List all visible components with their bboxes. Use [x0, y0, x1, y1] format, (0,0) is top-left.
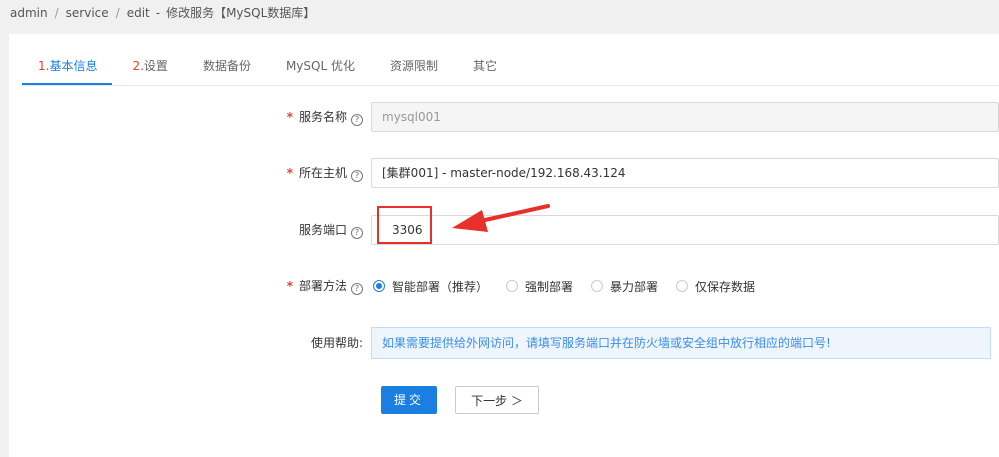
required-mark: * [286, 166, 293, 180]
tab-settings[interactable]: 2.设置 [116, 54, 182, 85]
radio-unchecked-icon [506, 280, 519, 292]
help-message: 如果需要提供给外网访问，请填写服务端口并在防火墙或安全组中放行相应的端口号! [371, 327, 991, 359]
tab-label: 资源限制 [389, 59, 438, 73]
breadcrumb-separator: / [115, 6, 120, 20]
deploy-radio-group: 智能部署（推荐） 强制部署 暴力部署 仅保存数据 [373, 271, 773, 301]
page-title: 修改服务【MySQL数据库】 [166, 6, 316, 20]
required-mark: * [286, 279, 293, 293]
port-input[interactable]: 3306 [371, 215, 999, 245]
tab-label: 设置 [143, 59, 168, 73]
tab-label: 基本信息 [49, 59, 98, 73]
radio-unchecked-icon [676, 280, 689, 292]
service-name-label-text: 服务名称 [298, 110, 347, 124]
tab-number: 2. [132, 59, 144, 73]
radio-label: 强制部署 [525, 279, 574, 294]
annotation-highlight-box [377, 206, 432, 244]
required-mark: * [286, 110, 293, 124]
tab-basic-info[interactable]: 1.基本信息 [22, 54, 113, 85]
tab-label: 数据备份 [202, 59, 251, 73]
help-label: 使用帮助: [310, 336, 363, 350]
tab-bar: 1.基本信息 2.设置 数据备份 MySQL 优化 资源限制 其它 [22, 54, 512, 85]
deploy-label-text: 部署方法 [298, 279, 347, 293]
tab-number: 1. [38, 59, 50, 73]
deploy-label: * 部署方法? [0, 271, 363, 301]
breadcrumb-item-service[interactable]: service [66, 6, 109, 20]
radio-label: 仅保存数据 [695, 279, 756, 294]
deploy-option-smart[interactable]: 智能部署（推荐） [373, 278, 488, 295]
radio-checked-icon [373, 280, 385, 292]
radio-label: 智能部署（推荐） [392, 279, 489, 294]
help-question-icon[interactable]: ? [351, 114, 363, 126]
deploy-option-violent[interactable]: 暴力部署 [591, 278, 658, 295]
tab-label: 其它 [473, 59, 498, 73]
radio-label: 暴力部署 [610, 279, 659, 294]
breadcrumb-item-admin[interactable]: admin [10, 6, 48, 20]
tab-divider [22, 85, 999, 86]
tab-data-backup[interactable]: 数据备份 [187, 54, 266, 85]
help-question-icon[interactable]: ? [351, 283, 363, 295]
host-label: * 所在主机? [0, 158, 363, 188]
submit-button[interactable]: 提交 [381, 386, 437, 414]
host-select[interactable]: [集群001] - master-node/192.168.43.124 [371, 158, 999, 188]
service-name-input[interactable]: mysql001 [371, 102, 999, 132]
port-label: 服务端口? [0, 215, 363, 245]
breadcrumb: admin / service / edit - 修改服务【MySQL数据库】 [10, 0, 315, 26]
breadcrumb-item-edit: edit [126, 6, 150, 20]
host-label-text: 所在主机 [298, 166, 347, 180]
tab-label: MySQL 优化 [285, 59, 355, 73]
radio-unchecked-icon [591, 280, 604, 292]
tab-resource-limit[interactable]: 资源限制 [374, 54, 453, 85]
deploy-option-save-only[interactable]: 仅保存数据 [676, 278, 755, 295]
help-question-icon[interactable]: ? [351, 170, 363, 182]
breadcrumb-dash: - [155, 6, 161, 20]
help-question-icon[interactable]: ? [351, 227, 363, 239]
tab-mysql-optimize[interactable]: MySQL 优化 [270, 54, 370, 85]
next-step-button[interactable]: 下一步 ＞ [455, 386, 539, 414]
deploy-option-force[interactable]: 强制部署 [506, 278, 573, 295]
port-label-text: 服务端口 [298, 223, 347, 237]
service-name-label: * 服务名称? [0, 102, 363, 132]
tab-other[interactable]: 其它 [457, 54, 512, 85]
breadcrumb-separator: / [54, 6, 59, 20]
